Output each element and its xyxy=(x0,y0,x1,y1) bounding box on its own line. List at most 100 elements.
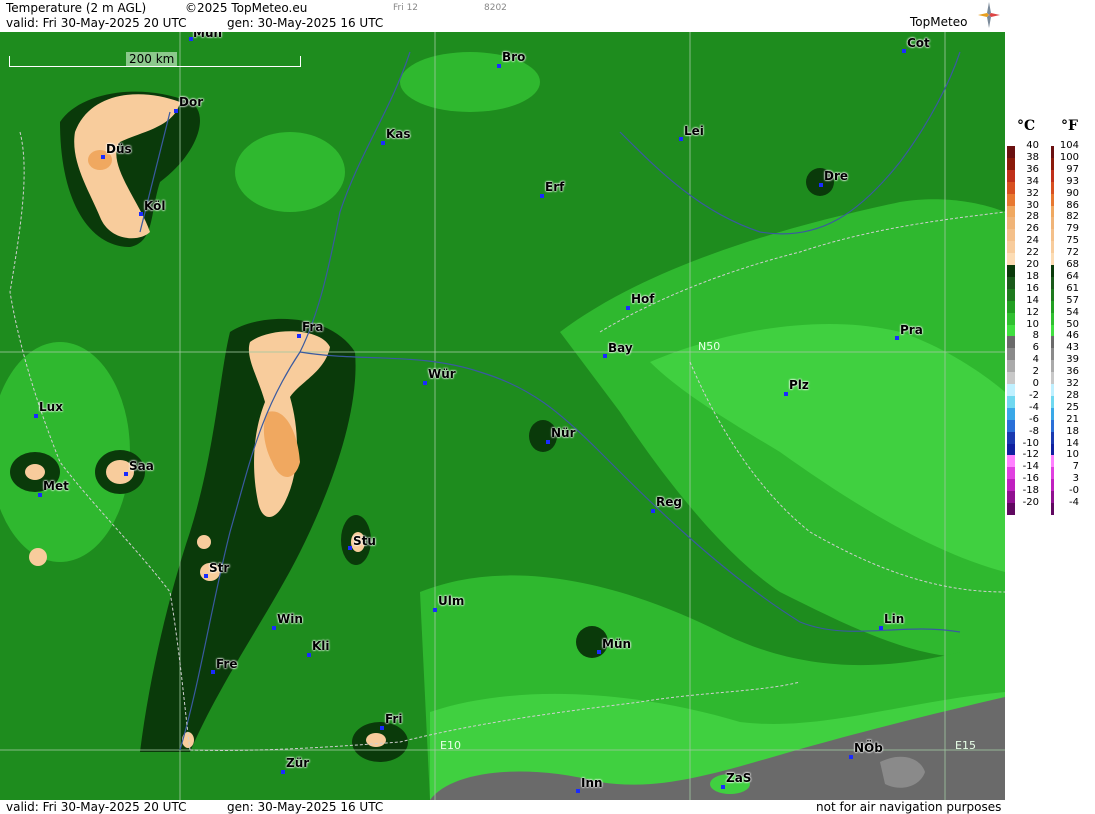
city-label[interactable]: Zür xyxy=(286,756,309,770)
city-label[interactable]: Met xyxy=(43,479,69,493)
city-label[interactable]: Str xyxy=(209,561,229,575)
city-label[interactable]: Mün xyxy=(602,637,631,651)
city-marker xyxy=(307,653,311,657)
legend-celsius-value: 2 xyxy=(1032,366,1039,378)
legend-swatch xyxy=(1007,217,1015,230)
city-label[interactable]: Fri xyxy=(385,712,402,726)
header: Temperature (2 m AGL) ©2025 TopMeteo.eu … xyxy=(0,0,1005,32)
city-label[interactable]: Fre xyxy=(216,657,238,671)
legend-celsius-value: -14 xyxy=(1022,461,1039,473)
city-marker xyxy=(381,141,385,145)
city-label[interactable]: Dor xyxy=(179,95,203,109)
city-label[interactable]: Düs xyxy=(106,142,132,156)
run-short: Fri 12 xyxy=(393,3,419,13)
city-label[interactable]: Saa xyxy=(129,459,154,473)
legend-swatch xyxy=(1007,288,1015,301)
legend-swatch xyxy=(1051,384,1054,396)
legend-fahrenheit-value: 3 xyxy=(1072,473,1079,485)
legend-fahrenheit-value: 72 xyxy=(1066,247,1079,259)
legend-fahrenheit-value: 61 xyxy=(1066,282,1079,294)
city-label[interactable]: ZaS xyxy=(726,771,751,785)
legend-celsius-value: 18 xyxy=(1026,270,1039,282)
city-marker xyxy=(272,626,276,630)
legend-swatch xyxy=(1051,419,1054,432)
legend-swatch xyxy=(1051,169,1054,182)
legend-celsius-value: -6 xyxy=(1029,413,1039,425)
city-label[interactable]: Mün xyxy=(193,32,222,40)
city-marker xyxy=(597,650,601,654)
city-label[interactable]: Inn xyxy=(581,776,603,790)
legend-fahrenheit-value: 57 xyxy=(1066,294,1079,306)
compass-logo-icon xyxy=(978,2,1000,28)
legend-swatch xyxy=(1051,300,1054,313)
legend-swatch xyxy=(1051,443,1054,456)
legend-celsius-value: -10 xyxy=(1022,437,1039,449)
temperature-map[interactable]: 200 km N50 E10 E15 Mün Bro Cot Dor Kas L… xyxy=(0,32,1005,800)
fahrenheit-unit: °F xyxy=(1061,118,1078,134)
legend-celsius-value: 10 xyxy=(1026,318,1039,330)
legend-swatch xyxy=(1007,157,1015,170)
city-label[interactable]: Erf xyxy=(545,180,564,194)
city-label[interactable]: Fra xyxy=(302,320,323,334)
legend-fahrenheit-value: 93 xyxy=(1066,175,1079,187)
legend-swatch xyxy=(1051,229,1054,242)
legend-fahrenheit-value: 79 xyxy=(1066,223,1079,235)
city-marker xyxy=(34,414,38,418)
city-label[interactable]: Ulm xyxy=(438,594,464,608)
legend-fahrenheit-value: 75 xyxy=(1066,235,1079,247)
legend-swatch xyxy=(1007,265,1015,277)
city-label[interactable]: Dre xyxy=(824,169,848,183)
city-label[interactable]: Stu xyxy=(353,534,376,548)
legend-swatch xyxy=(1007,348,1015,361)
legend-celsius-value: 16 xyxy=(1026,282,1039,294)
city-label[interactable]: Lin xyxy=(884,612,904,626)
city-label[interactable]: Cot xyxy=(907,36,930,50)
topmeteo-logo: TopMeteo xyxy=(910,15,968,29)
legend-celsius-value: 0 xyxy=(1032,378,1039,389)
legend-swatch xyxy=(1051,205,1054,218)
city-label[interactable]: Lei xyxy=(684,124,704,138)
legend-swatch xyxy=(1051,253,1054,266)
legend-swatch xyxy=(1051,503,1054,515)
city-label[interactable]: Hof xyxy=(631,292,655,306)
city-label[interactable]: Lux xyxy=(39,400,63,414)
legend-celsius-value: -18 xyxy=(1022,485,1039,497)
legend-celsius-value: 20 xyxy=(1026,259,1039,270)
legend-swatch xyxy=(1007,443,1015,456)
legend-swatch xyxy=(1007,372,1015,385)
city-label[interactable]: Kli xyxy=(312,639,330,653)
city-label[interactable]: Plz xyxy=(789,378,809,392)
city-marker xyxy=(902,49,906,53)
legend-fahrenheit-value: 100 xyxy=(1059,151,1079,163)
city-label[interactable]: NÖb xyxy=(854,741,883,755)
legend-swatch xyxy=(1051,181,1054,194)
city-label[interactable]: Reg xyxy=(656,495,682,509)
city-label[interactable]: Win xyxy=(277,612,303,626)
legend-swatch xyxy=(1051,479,1054,492)
city-marker xyxy=(603,354,607,358)
city-label[interactable]: Bro xyxy=(502,50,525,64)
legend-swatch xyxy=(1051,157,1054,170)
city-marker xyxy=(433,608,437,612)
city-label[interactable]: Nür xyxy=(551,426,576,440)
legend-celsius-value: 40 xyxy=(1026,140,1039,151)
legend-fahrenheit-value: 36 xyxy=(1066,366,1079,378)
legend-fahrenheit-value: 50 xyxy=(1066,318,1079,330)
city-marker xyxy=(819,183,823,187)
legend-fahrenheit-value: 10 xyxy=(1066,449,1079,461)
city-marker xyxy=(204,574,208,578)
legend-swatch xyxy=(1051,146,1054,158)
city-label[interactable]: Bay xyxy=(608,341,633,355)
city-label[interactable]: Wür xyxy=(428,367,456,381)
city-label[interactable]: Kas xyxy=(386,127,411,141)
run-code: 8202 xyxy=(484,3,507,13)
city-label[interactable]: Köl xyxy=(144,199,165,213)
legend-swatch xyxy=(1051,288,1054,301)
city-marker xyxy=(576,789,580,793)
city-label[interactable]: Pra xyxy=(900,323,923,337)
legend-swatch xyxy=(1007,146,1015,158)
legend-celsius-value: 22 xyxy=(1026,247,1039,259)
legend-celsius-value: 26 xyxy=(1026,223,1039,235)
city-marker xyxy=(380,726,384,730)
city-marker xyxy=(879,626,883,630)
